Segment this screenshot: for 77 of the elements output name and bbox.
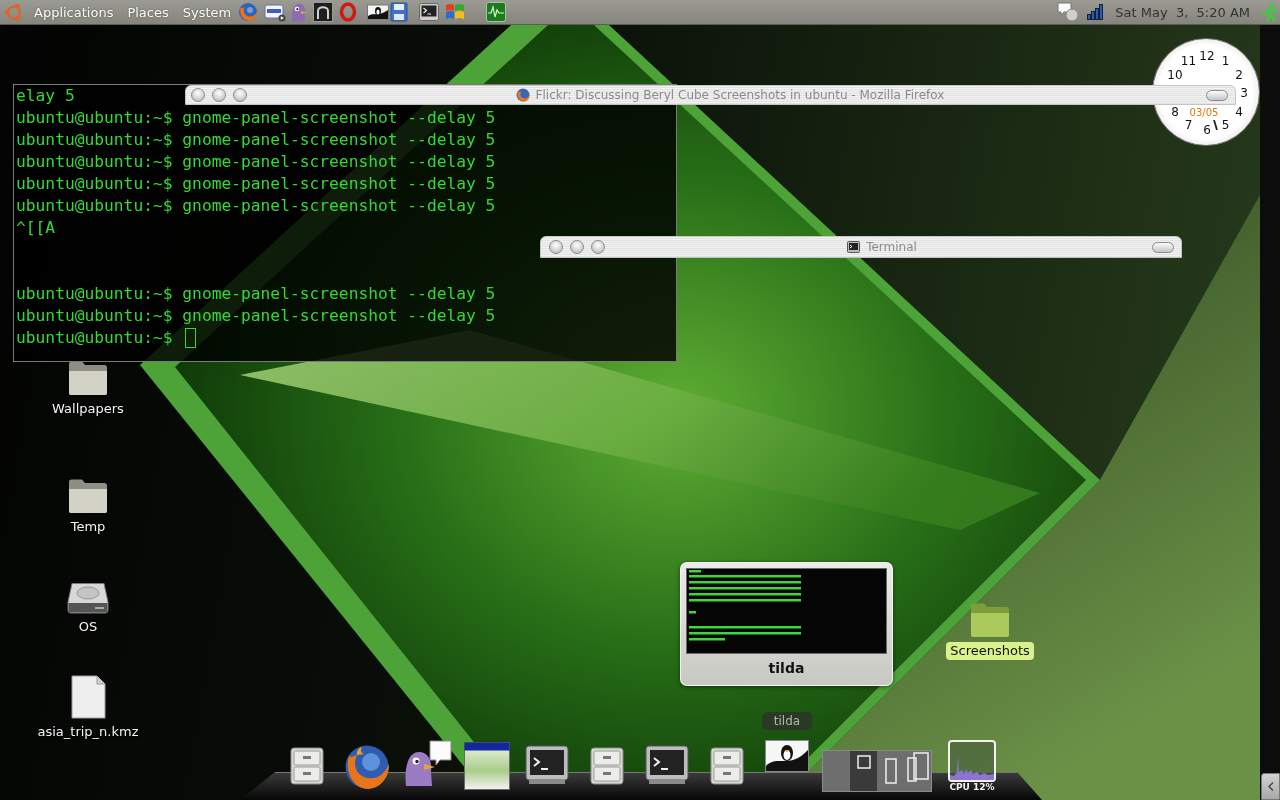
file-cabinet-icon[interactable] [290, 747, 324, 785]
window-outline-icon [884, 758, 897, 784]
four-pane-flag-icon[interactable] [445, 2, 466, 22]
signal-bars-icon[interactable] [1087, 4, 1104, 20]
globe-icon [515, 88, 530, 102]
clock-number: 11 [1180, 55, 1197, 66]
chevron-left-icon [1267, 782, 1274, 791]
preview-title: tilda [768, 660, 805, 677]
folder-icon[interactable] [68, 478, 108, 514]
window-button[interactable] [591, 240, 605, 254]
file-cabinet-icon[interactable] [710, 747, 744, 785]
penguin-screen-icon[interactable] [367, 2, 390, 22]
terminal-line: ubuntu@ubuntu:~$ gnome-panel-screenshot --delay 5 [16, 283, 496, 305]
clock-number: 1 [1221, 55, 1230, 66]
terminal-icon[interactable] [645, 745, 689, 785]
terminal-line: ubuntu@ubuntu:~$ gnome-panel-screenshot --delay 5 [16, 107, 496, 129]
clock-number: 3 [1240, 88, 1248, 98]
cpu-load-graph[interactable] [948, 740, 996, 782]
workspace-cell[interactable] [877, 751, 904, 791]
icon-label[interactable]: asia_trip_n.kmz [33, 723, 143, 741]
window-button[interactable] [233, 88, 247, 102]
text-cursor-icon [184, 328, 196, 348]
file-cabinet-icon[interactable] [590, 747, 624, 785]
clock-number: 12 [1199, 51, 1215, 61]
clock-number: 7 [1184, 120, 1193, 131]
clock-number: 10 [1167, 69, 1183, 80]
media-player-icon[interactable] [264, 2, 287, 22]
clock-number: 4 [1235, 106, 1243, 117]
clock-date: 03/05 [1188, 108, 1220, 118]
panel-clock[interactable]: Sat May 3, 5:20 AM [1109, 2, 1256, 22]
window-preview-popup[interactable]: tilda [680, 562, 893, 686]
clock-number: 6 [1203, 125, 1211, 135]
globe-icon[interactable] [344, 744, 390, 790]
window-button[interactable] [191, 88, 205, 102]
window-pill-button[interactable] [1152, 241, 1174, 253]
icon-label[interactable]: Wallpapers [48, 400, 128, 418]
terminal-icon[interactable] [419, 2, 440, 22]
icon-label[interactable]: OS [74, 618, 102, 636]
terminal-line: ubuntu@ubuntu:~$ gnome-panel-screenshot --delay 5 [16, 129, 496, 151]
terminal-line: ubuntu@ubuntu:~$ gnome-panel-screenshot --delay 5 [16, 151, 496, 173]
notification-bubble-icon[interactable] [1057, 2, 1080, 22]
floppy-icon[interactable] [390, 2, 409, 22]
terminal-line: elay 5 [16, 85, 75, 107]
window-outline-icon [856, 755, 871, 769]
folder-icon[interactable] [68, 360, 108, 396]
system-monitor-icon[interactable] [486, 2, 507, 22]
window-title: Flickr: Discussing Beryl Cube Screenshots in ubuntu - Mozilla Firefox [535, 88, 945, 102]
clock-number: 2 [1235, 69, 1243, 80]
cpu-label: CPU 12% [949, 782, 995, 792]
dock-tooltip: tilda [762, 712, 812, 730]
icon-label[interactable]: Screenshots [946, 642, 1034, 660]
penguin-icon[interactable] [765, 740, 809, 772]
file-icon[interactable] [70, 675, 106, 719]
hard-drive-icon[interactable] [67, 582, 109, 614]
terminal-icon[interactable] [525, 745, 569, 785]
terminal-line: ubuntu@ubuntu:~$ gnome-panel-screenshot --delay 5 [16, 305, 496, 327]
terminal-line: ubuntu@ubuntu:~$ gnome-panel-screenshot --delay 5 [16, 173, 496, 195]
window-button[interactable] [549, 240, 563, 254]
workspace-cell[interactable] [850, 751, 877, 791]
window-outline-icon [906, 752, 929, 782]
clock-hand-icon [1213, 120, 1218, 130]
workspace-cell[interactable] [823, 751, 850, 791]
workspace-cell[interactable] [904, 751, 931, 791]
arch-tile-icon[interactable] [313, 2, 334, 22]
terminal-line: ubuntu@ubuntu:~$ gnome-panel-screenshot --delay 5 [16, 195, 496, 217]
side-expand-button[interactable] [1261, 773, 1280, 800]
window-title: Terminal [866, 240, 917, 254]
window-button[interactable] [212, 88, 226, 102]
window-button[interactable] [570, 240, 584, 254]
terminal-line: ^[[A [16, 217, 56, 239]
icon-label[interactable]: Temp [66, 518, 110, 536]
terminal-icon [847, 241, 861, 253]
clock-number: 5 [1221, 120, 1230, 131]
window-pill-button[interactable] [1206, 89, 1228, 101]
terminal-line: ubuntu@ubuntu:~$ [16, 327, 173, 349]
clock-number: 8 [1171, 106, 1179, 117]
blank-window-icon[interactable] [464, 742, 510, 790]
